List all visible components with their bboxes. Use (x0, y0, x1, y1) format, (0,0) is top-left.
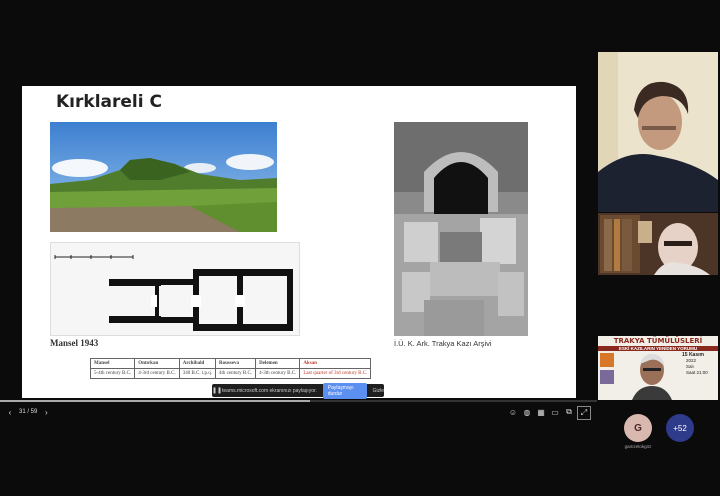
dating-table: Mansel Ontırkan Archibald Rousseva Delem… (89, 358, 372, 379)
landscape-photo (50, 122, 277, 232)
slide-progress-bar[interactable] (0, 400, 597, 402)
table-header-cell: Ontırkan (134, 358, 180, 369)
table-header-cell: Archibald (178, 358, 217, 369)
caption-mansel: Mansel 1943 (50, 338, 99, 348)
caption-archive: İ.Ü. K. Ark. Trakya Kazı Arşivi (394, 339, 492, 348)
speaker-photo (600, 370, 614, 384)
table-cell-highlight: Last quarter of 3rd century B.C. (299, 368, 372, 379)
stop-sharing-button[interactable]: Paylaşmayı durdur (322, 382, 367, 399)
present-icon[interactable]: ▭ (549, 406, 561, 418)
slide-title: Kırklareli C (56, 92, 162, 112)
chat-icon[interactable]: ◍ (521, 406, 533, 418)
participant-avatar[interactable]: G (624, 414, 652, 442)
participant-name: gamzetokgöz (624, 444, 652, 449)
table-cell: 4-3th century B.C. (255, 368, 301, 379)
participant-video-1 (598, 52, 718, 212)
table-header-cell: Rousseva (215, 358, 257, 369)
speaker-photo (600, 353, 614, 367)
hide-button[interactable]: Gizle (367, 388, 384, 394)
poster-year: 2022 (686, 358, 697, 363)
slide-progress-fill (0, 400, 311, 402)
table-header-row: Mansel Ontırkan Archibald Rousseva Delem… (89, 358, 372, 369)
pop-out-icon[interactable]: ⧉ (563, 406, 575, 418)
tomb-plan-drawing (50, 242, 300, 336)
more-participants-button[interactable]: +52 (666, 414, 694, 442)
share-message: teams.microsoft.com ekranınızı paylaşıyo… (222, 387, 317, 394)
participant-video-2 (598, 213, 718, 275)
screen-share-bar: ❚❚ teams.microsoft.com ekranınızı paylaş… (212, 382, 384, 399)
table-cell: 5-4th century B.C. (89, 368, 136, 379)
viewer-right-controls: ☺ ◍ ▦ ▭ ⧉ ⤢ (507, 406, 591, 420)
viewer-controls: ‹ 31 / 59 › ☺ ◍ ▦ ▭ ⧉ ⤢ (0, 404, 597, 420)
table-header-cell: Mansel (89, 358, 136, 369)
fullscreen-icon[interactable]: ⤢ (577, 406, 591, 420)
table-cell: 4-3rd century B.C. (134, 368, 180, 379)
participant-face (632, 350, 672, 400)
participant-video-3: TRAKYA TÜMÜLÜSLERİ ESKİ KAZILARIN YENİDE… (598, 336, 718, 400)
pause-icon[interactable]: ❚❚ (212, 387, 222, 394)
next-slide-icon[interactable]: › (40, 406, 52, 418)
poster-day: Salı (686, 364, 694, 369)
excavation-photo (394, 122, 528, 336)
table-row: 5-4th century B.C. 4-3rd century B.C. 34… (89, 368, 372, 379)
presentation-slide: Kırklareli C Mansel 1943 İ.Ü. K. Ark. Tr… (22, 86, 576, 398)
table-cell: 4th century B.C. (215, 368, 257, 379)
poster-title: TRAKYA TÜMÜLÜSLERİ (613, 337, 703, 345)
reactions-icon[interactable]: ☺ (507, 406, 519, 418)
table-cell: 340 B.C. t.p.q. (178, 368, 217, 379)
previous-slide-icon[interactable]: ‹ (4, 406, 16, 418)
layout-icon[interactable]: ▦ (535, 406, 547, 418)
page-counter: 31 / 59 (19, 409, 38, 415)
poster-time: Saat 21:00 (686, 370, 708, 375)
table-header-cell: Delemen (255, 358, 301, 369)
table-header-cell-highlight: Aksan (299, 358, 372, 369)
